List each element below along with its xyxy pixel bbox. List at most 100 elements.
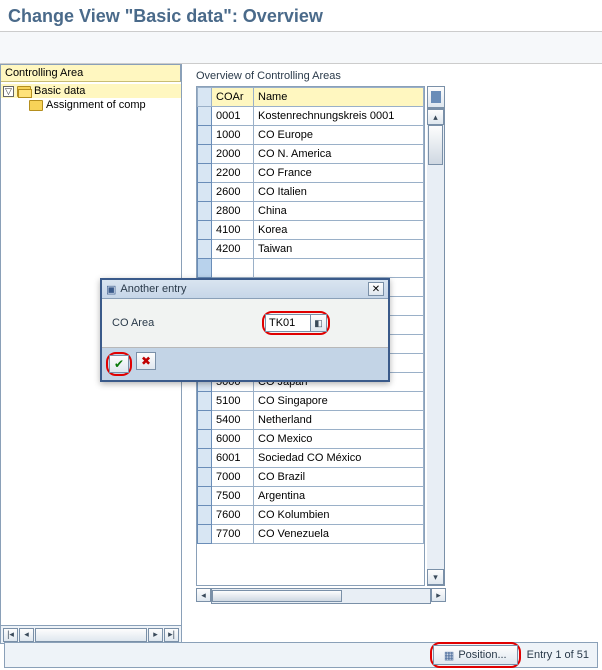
vertical-scrollbar[interactable]: ▴ ▾ [427, 108, 445, 586]
row-selector[interactable] [198, 183, 212, 202]
cell-name: CO France [254, 164, 424, 183]
row-selector[interactable] [198, 145, 212, 164]
cell-coar: 4200 [212, 240, 254, 259]
folder-icon [29, 100, 43, 111]
row-selector[interactable] [198, 487, 212, 506]
tree-node-assignment[interactable]: Assignment of comp [1, 98, 181, 112]
cell-name: CO Singapore [254, 392, 424, 411]
cell-coar: 6000 [212, 430, 254, 449]
scroll-track[interactable] [35, 628, 147, 642]
area-title: Overview of Controlling Areas [196, 70, 592, 82]
cell-name: China [254, 202, 424, 221]
cell-coar: 1000 [212, 126, 254, 145]
table-row[interactable]: 7700CO Venezuela [198, 525, 424, 544]
table-row[interactable]: 7600CO Kolumbien [198, 506, 424, 525]
tree-node-label: Basic data [34, 85, 85, 97]
scroll-down-icon[interactable]: ▾ [427, 569, 444, 585]
row-selector[interactable] [198, 126, 212, 145]
co-area-input[interactable] [265, 314, 311, 332]
row-selector[interactable] [198, 164, 212, 183]
tree-header: Controlling Area [1, 65, 181, 82]
cell-coar: 2000 [212, 145, 254, 164]
position-button[interactable]: ▦ Position... [433, 645, 518, 665]
cell-coar: 2800 [212, 202, 254, 221]
scroll-first-icon[interactable]: |◂ [3, 628, 18, 642]
scroll-left-icon[interactable]: ◂ [19, 628, 34, 642]
cell-coar: 6001 [212, 449, 254, 468]
search-help-icon[interactable]: ◧ [311, 314, 327, 332]
cell-name: Argentina [254, 487, 424, 506]
scroll-right-icon[interactable]: ▸ [148, 628, 163, 642]
cell-name: CO Brazil [254, 468, 424, 487]
cell-name: CO Italien [254, 183, 424, 202]
row-selector[interactable] [198, 525, 212, 544]
footer-bar: ▦ Position... Entry 1 of 51 [4, 642, 598, 668]
cancel-button[interactable]: ✖ [136, 352, 156, 370]
row-selector[interactable] [198, 449, 212, 468]
row-selector[interactable] [198, 468, 212, 487]
folder-open-icon [17, 86, 31, 97]
table-row[interactable]: 5400Netherland [198, 411, 424, 430]
table-row[interactable]: 7000CO Brazil [198, 468, 424, 487]
table-row[interactable] [198, 259, 424, 278]
table-row[interactable]: 6000CO Mexico [198, 430, 424, 449]
collapse-icon[interactable]: ▽ [3, 86, 14, 97]
dialog-title: Another entry [120, 283, 368, 295]
scroll-right-icon[interactable]: ▸ [431, 588, 446, 602]
cell-name: CO Kolumbien [254, 506, 424, 525]
table-row[interactable]: 5100CO Singapore [198, 392, 424, 411]
cell-coar: 5400 [212, 411, 254, 430]
row-selector[interactable] [198, 107, 212, 126]
row-selector[interactable] [198, 221, 212, 240]
table-row[interactable]: 2800China [198, 202, 424, 221]
col-coar[interactable]: COAr [212, 88, 254, 107]
cell-coar: 2600 [212, 183, 254, 202]
table-row[interactable]: 7500Argentina [198, 487, 424, 506]
table-row[interactable]: 4100Korea [198, 221, 424, 240]
entry-status: Entry 1 of 51 [527, 649, 589, 661]
table-row[interactable]: 4200Taiwan [198, 240, 424, 259]
table-row[interactable]: 0001Kostenrechnungskreis 0001 [198, 107, 424, 126]
row-selector[interactable] [198, 240, 212, 259]
cell-name: Kostenrechnungskreis 0001 [254, 107, 424, 126]
table-settings-button[interactable] [427, 86, 445, 108]
horizontal-scrollbar[interactable]: ◂ ▸ [196, 588, 446, 604]
col-name[interactable]: Name [254, 88, 424, 107]
table-row[interactable]: 1000CO Europe [198, 126, 424, 145]
tree-node-basic-data[interactable]: ▽ Basic data [1, 84, 181, 98]
cell-coar: 7500 [212, 487, 254, 506]
row-selector[interactable] [198, 430, 212, 449]
tree-scroll: |◂ ◂ ▸ ▸| [1, 625, 181, 643]
co-area-label: CO Area [112, 317, 252, 329]
scroll-up-icon[interactable]: ▴ [427, 109, 444, 125]
table-row[interactable]: 2200CO France [198, 164, 424, 183]
cell-name [254, 259, 424, 278]
scroll-left-icon[interactable]: ◂ [196, 588, 211, 602]
table-row[interactable]: 2600CO Italien [198, 183, 424, 202]
row-selector[interactable] [198, 259, 212, 278]
cell-name: Taiwan [254, 240, 424, 259]
cell-name: Sociedad CO México [254, 449, 424, 468]
cell-coar: 7600 [212, 506, 254, 525]
scroll-last-icon[interactable]: ▸| [164, 628, 179, 642]
cell-coar: 4100 [212, 221, 254, 240]
table-row[interactable]: 6001Sociedad CO México [198, 449, 424, 468]
confirm-button[interactable]: ✔ [109, 355, 129, 373]
cell-coar [212, 259, 254, 278]
close-icon[interactable]: ✕ [368, 282, 384, 296]
cell-name: Korea [254, 221, 424, 240]
cell-name: CO N. America [254, 145, 424, 164]
cell-coar: 7000 [212, 468, 254, 487]
scroll-thumb[interactable] [212, 590, 342, 602]
row-selector[interactable] [198, 411, 212, 430]
row-selector[interactable] [198, 392, 212, 411]
row-selector[interactable] [198, 506, 212, 525]
tree-node-label: Assignment of comp [46, 99, 146, 111]
cell-coar: 5100 [212, 392, 254, 411]
scroll-thumb[interactable] [428, 125, 443, 165]
another-entry-dialog: ▣ Another entry ✕ CO Area ◧ ✔ ✖ [100, 278, 390, 382]
row-selector[interactable] [198, 202, 212, 221]
cell-name: CO Venezuela [254, 525, 424, 544]
table-row[interactable]: 2000CO N. America [198, 145, 424, 164]
cell-name: CO Mexico [254, 430, 424, 449]
